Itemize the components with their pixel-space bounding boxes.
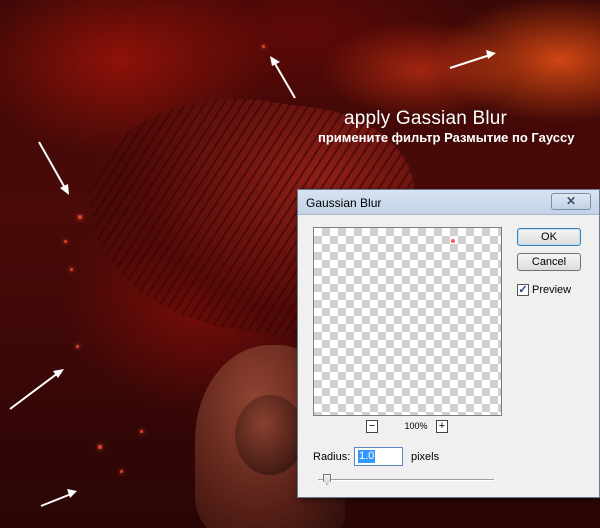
- cancel-button[interactable]: Cancel: [517, 253, 581, 271]
- annotation-arrow-icon: [40, 489, 77, 507]
- zoom-out-button[interactable]: −: [366, 420, 378, 433]
- preview-checkbox-label: Preview: [532, 284, 572, 296]
- annotation-arrow-icon: [270, 56, 296, 99]
- preview-checkbox[interactable]: ✓: [517, 284, 529, 296]
- zoom-in-button[interactable]: +: [436, 420, 448, 433]
- gaussian-blur-dialog: Gaussian Blur ✕ − 100% + OK Cancel ✓ Pre…: [297, 189, 600, 498]
- radius-units-label: pixels: [411, 451, 440, 463]
- annotation-arrow-icon: [38, 141, 69, 195]
- radius-slider-track[interactable]: [318, 479, 494, 481]
- spark: [262, 45, 265, 48]
- spark: [78, 215, 82, 219]
- zoom-level-label: 100%: [404, 421, 428, 431]
- dialog-titlebar[interactable]: Gaussian Blur ✕: [298, 190, 599, 215]
- radius-label: Radius:: [313, 451, 351, 463]
- radius-slider-thumb[interactable]: [323, 474, 331, 485]
- ok-button[interactable]: OK: [517, 228, 581, 246]
- annotation-arrow-icon: [9, 369, 64, 410]
- spark: [76, 345, 79, 348]
- annotation-caption-russian: примените фильтр Размытие по Гауссу: [318, 130, 575, 145]
- radius-input[interactable]: [354, 447, 403, 466]
- annotation-arrow-icon: [449, 50, 496, 69]
- close-button[interactable]: ✕: [551, 193, 591, 210]
- close-icon: ✕: [565, 194, 577, 208]
- preview-spark: [451, 239, 455, 243]
- figure-head-illustration: [235, 395, 305, 475]
- spark: [120, 470, 123, 473]
- spark: [64, 240, 67, 243]
- spark: [98, 445, 102, 449]
- annotation-caption-english: apply Gassian Blur: [344, 108, 508, 129]
- spark: [140, 430, 143, 433]
- spark: [70, 268, 73, 271]
- dialog-title: Gaussian Blur: [306, 196, 382, 210]
- blur-preview-area[interactable]: [313, 227, 502, 416]
